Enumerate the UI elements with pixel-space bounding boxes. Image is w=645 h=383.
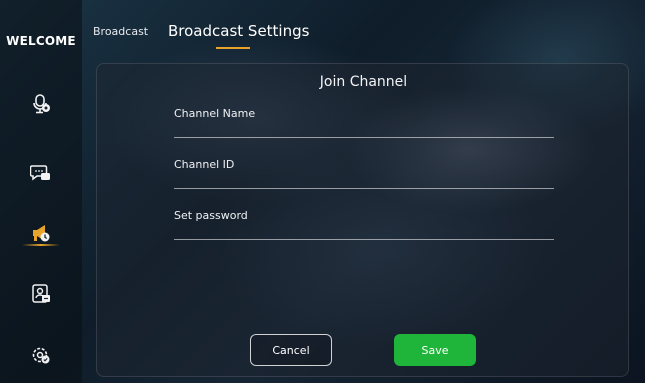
active-indicator xyxy=(22,244,60,246)
password-field[interactable]: Set password xyxy=(174,209,554,240)
tab-active-underline xyxy=(216,47,250,49)
save-button[interactable]: Save xyxy=(394,334,476,366)
password-underline xyxy=(174,239,554,240)
channel-name-label: Channel Name xyxy=(174,107,256,120)
brand-title: WELCOME xyxy=(6,34,76,48)
microphone-settings-icon xyxy=(33,94,50,114)
join-channel-panel: Join Channel Channel Name Channel ID Set… xyxy=(96,63,629,377)
id-card-icon xyxy=(32,284,50,303)
chat-bubbles-icon xyxy=(30,165,50,181)
sidebar-item-audio[interactable] xyxy=(25,88,57,120)
panel-title: Join Channel xyxy=(319,74,408,90)
tab-broadcast-settings[interactable]: Broadcast Settings xyxy=(168,22,309,40)
tab-broadcast[interactable]: Broadcast xyxy=(93,25,148,38)
broadcast-megaphone-icon xyxy=(33,225,50,242)
sidebar-item-contacts[interactable] xyxy=(25,278,57,310)
cancel-button[interactable]: Cancel xyxy=(250,334,332,366)
channel-id-field[interactable]: Channel ID xyxy=(174,158,554,189)
password-label: Set password xyxy=(174,209,248,222)
channel-name-field[interactable]: Channel Name xyxy=(174,107,554,138)
gear-settings-icon xyxy=(32,347,50,364)
sidebar-item-chat[interactable] xyxy=(25,157,57,189)
channel-id-underline xyxy=(174,188,554,189)
sidebar: WELCOME xyxy=(0,0,82,383)
channel-name-underline xyxy=(174,137,554,138)
channel-id-label: Channel ID xyxy=(174,158,235,171)
sidebar-item-settings[interactable] xyxy=(25,339,57,371)
